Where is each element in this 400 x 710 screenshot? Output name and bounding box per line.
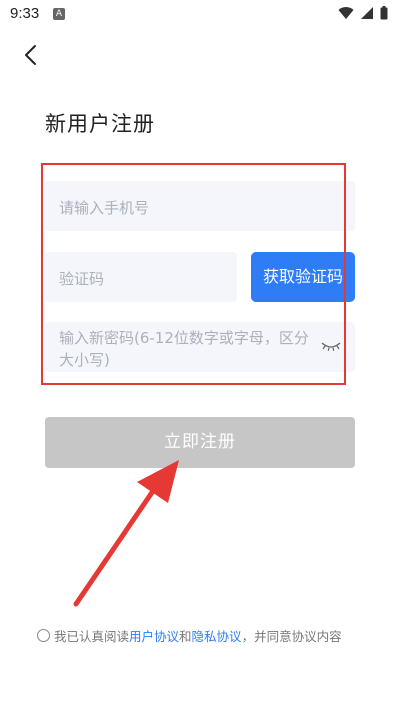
- agreement-row: 我已认真阅读 用户协议 和 隐私协议 ，并同意协议内容: [37, 626, 342, 645]
- agreement-prefix: 我已认真阅读: [54, 629, 130, 644]
- user-agreement-link[interactable]: 用户协议: [129, 626, 179, 645]
- agreement-suffix: ，并同意协议内容: [241, 629, 342, 644]
- agreement-and: 和: [179, 629, 192, 644]
- privacy-policy-link[interactable]: 隐私协议: [192, 626, 242, 645]
- agreement-radio[interactable]: [37, 629, 50, 642]
- annotation-arrow: [73, 460, 179, 607]
